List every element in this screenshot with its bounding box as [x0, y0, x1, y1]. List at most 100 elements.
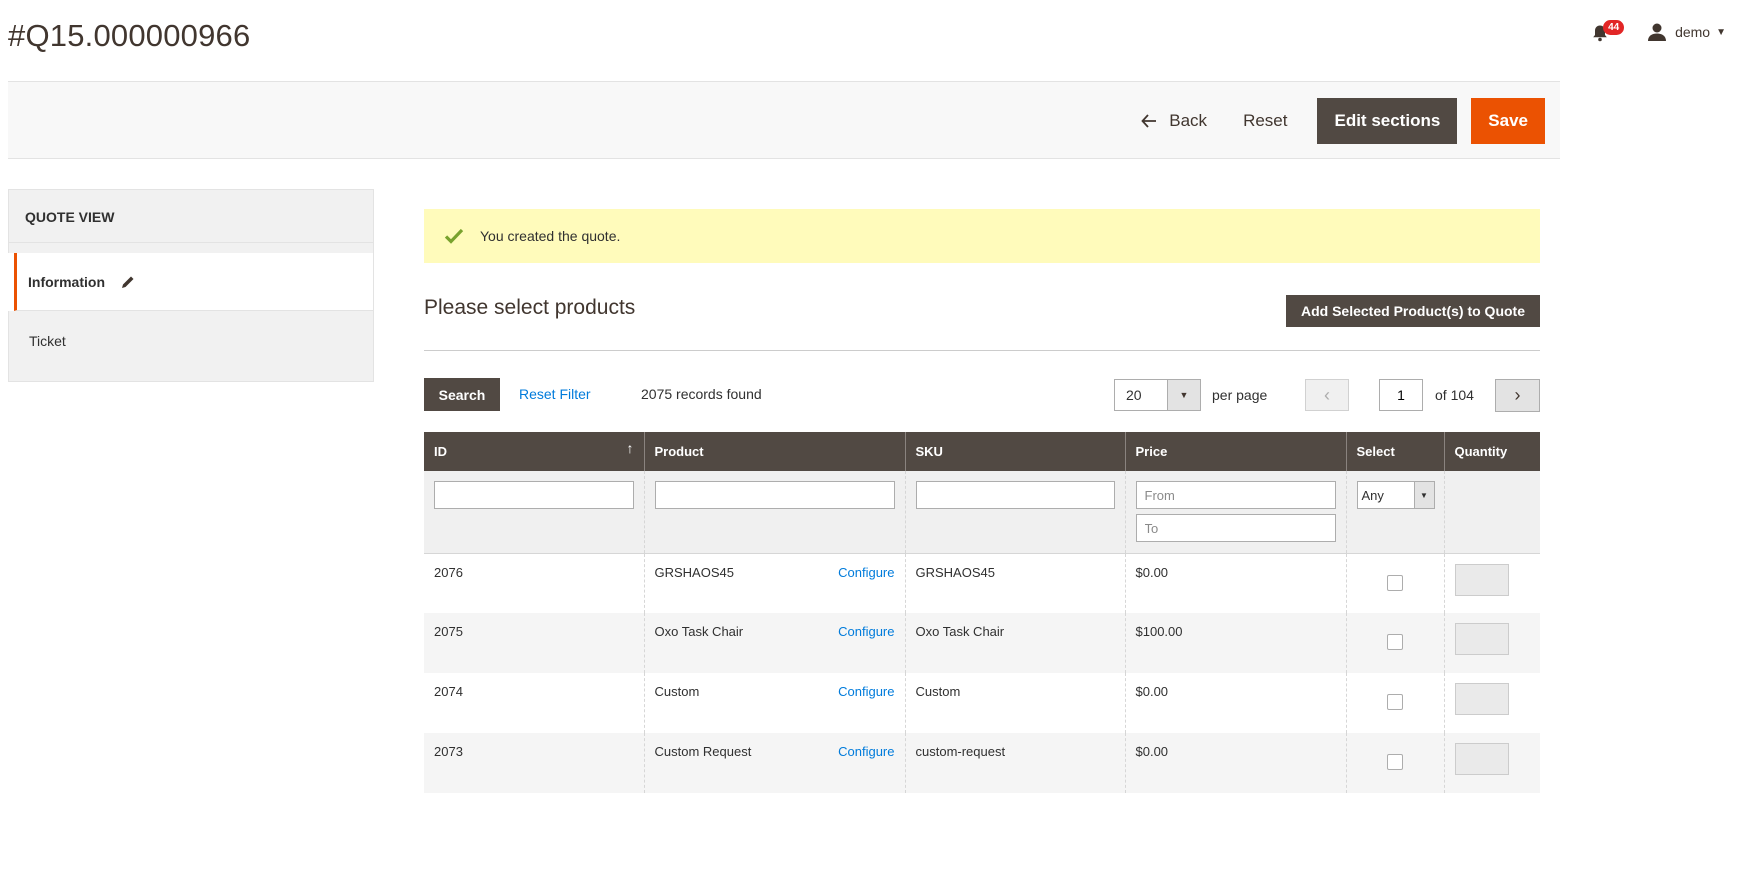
products-grid: ID ↑ Product SKU Price Select Quantity A… [424, 432, 1540, 793]
page-actions: Back Reset Edit sections Save [1123, 98, 1545, 144]
column-header-select[interactable]: Select [1345, 432, 1444, 471]
product-filter-input[interactable] [654, 481, 895, 509]
header-actions: 44 demo ▼ [1591, 20, 1726, 44]
pencil-icon [122, 276, 134, 288]
sidebar-item-label: Ticket [29, 333, 66, 349]
cell-sku: custom-request [904, 733, 1125, 793]
grid-filter-row: Any ▼ [424, 471, 1540, 554]
checkmark-icon [444, 228, 464, 244]
per-page-value: 20 [1126, 387, 1142, 403]
price-to-input[interactable] [1135, 514, 1336, 542]
per-page-select[interactable]: 20 ▼ [1114, 379, 1201, 411]
sidebar-title: QUOTE VIEW [8, 189, 374, 243]
cell-quantity [1443, 733, 1540, 793]
select-checkbox[interactable] [1387, 574, 1403, 591]
cell-sku: Custom [904, 673, 1125, 733]
cell-price: $0.00 [1124, 553, 1346, 613]
product-name: GRSHAOS45 [654, 564, 734, 580]
column-header-product[interactable]: Product [643, 432, 905, 471]
cell-select [1345, 613, 1444, 673]
table-row[interactable]: 2076 GRSHAOS45 Configure GRSHAOS45 $0.00 [424, 553, 1540, 613]
cell-product: Oxo Task Chair Configure [643, 613, 905, 673]
cell-select [1345, 733, 1444, 793]
product-name: Custom Request [654, 744, 752, 759]
sidebar-item-ticket[interactable]: Ticket [8, 311, 374, 382]
chevron-right-icon: › [1514, 385, 1521, 405]
reset-filter-link[interactable]: Reset Filter [519, 386, 591, 402]
table-row[interactable]: 2073 Custom Request Configure custom-req… [424, 733, 1540, 793]
next-page-button[interactable]: › [1495, 379, 1540, 412]
reset-button[interactable]: Reset [1225, 99, 1305, 143]
select-checkbox[interactable] [1387, 634, 1403, 650]
id-filter-input[interactable] [434, 481, 634, 509]
quantity-input[interactable] [1454, 683, 1509, 715]
page-actions-bar: Back Reset Edit sections Save [8, 81, 1560, 159]
save-button[interactable]: Save [1471, 98, 1545, 144]
chevron-left-icon: ‹ [1324, 384, 1330, 405]
page-title: #Q15.000000966 [8, 18, 251, 53]
success-message-text: You created the quote. [480, 228, 621, 244]
section-divider [424, 350, 1540, 351]
table-row[interactable]: 2074 Custom Configure Custom $0.00 [424, 673, 1540, 733]
notifications[interactable]: 44 [1591, 20, 1625, 44]
column-header-price[interactable]: Price [1124, 432, 1346, 471]
product-name: Oxo Task Chair [654, 624, 744, 639]
configure-link[interactable]: Configure [838, 744, 894, 759]
cell-id: 2076 [434, 564, 463, 580]
back-button[interactable]: Back [1123, 99, 1225, 143]
per-page-label: per page [1212, 387, 1268, 403]
cell-price: $0.00 [1124, 733, 1346, 793]
quote-view-sidebar: QUOTE VIEW Information Ticket [8, 189, 374, 382]
search-button[interactable]: Search [424, 378, 500, 411]
success-message: You created the quote. [424, 209, 1540, 263]
column-header-id[interactable]: ID ↑ [424, 432, 644, 471]
cell-quantity [1443, 613, 1540, 673]
sku-filter-input[interactable] [915, 481, 1115, 509]
product-name: Custom [654, 684, 700, 699]
quantity-input[interactable] [1454, 623, 1509, 655]
select-checkbox[interactable] [1387, 694, 1403, 710]
chevron-down-icon[interactable]: ▼ [1167, 380, 1200, 410]
cell-select [1345, 553, 1444, 613]
configure-link[interactable]: Configure [838, 624, 894, 639]
quantity-input[interactable] [1454, 743, 1509, 775]
records-found: 2075 records found [641, 386, 762, 402]
select-filter-dropdown[interactable]: Any ▼ [1356, 481, 1435, 509]
cell-product: Custom Request Configure [643, 733, 905, 793]
page-number-input[interactable] [1379, 379, 1423, 411]
user-menu[interactable]: demo ▼ [1647, 23, 1726, 41]
sort-arrow-up-icon: ↑ [626, 440, 634, 456]
price-from-input[interactable] [1135, 481, 1336, 509]
cell-id: 2075 [424, 613, 644, 673]
add-selected-products-button[interactable]: Add Selected Product(s) to Quote [1285, 295, 1540, 327]
arrow-left-icon [1141, 114, 1157, 128]
products-section-title: Please select products [424, 296, 636, 319]
edit-sections-button[interactable]: Edit sections [1317, 98, 1458, 144]
total-pages: of 104 [1435, 387, 1474, 403]
configure-link[interactable]: Configure [838, 684, 894, 699]
table-row[interactable]: 2075 Oxo Task Chair Configure Oxo Task C… [424, 613, 1540, 673]
quantity-input[interactable] [1454, 563, 1509, 596]
grid-header-row: ID ↑ Product SKU Price Select Quantity [424, 432, 1540, 471]
column-header-sku[interactable]: SKU [904, 432, 1125, 471]
select-checkbox[interactable] [1387, 754, 1403, 770]
previous-page-button[interactable]: ‹ [1305, 379, 1349, 411]
column-header-label: ID [434, 444, 447, 459]
chevron-down-icon: ▼ [1413, 482, 1434, 508]
select-filter-value: Any [1361, 488, 1384, 503]
grid-controls: Search Reset Filter 2075 records found 2… [424, 378, 1540, 412]
cell-product: Custom Configure [643, 673, 905, 733]
cell-id: 2073 [424, 733, 644, 793]
chevron-down-icon: ▼ [1716, 26, 1726, 38]
quantity-filter-cell [1443, 471, 1540, 554]
sidebar-item-information[interactable]: Information [14, 253, 374, 311]
cell-quantity [1443, 673, 1540, 733]
cell-id: 2074 [434, 684, 463, 699]
configure-link[interactable]: Configure [838, 565, 894, 580]
user-name: demo [1675, 24, 1711, 40]
cell-select [1345, 673, 1444, 733]
cell-price: $100.00 [1124, 613, 1346, 673]
sidebar-spacer [8, 243, 374, 253]
user-icon [1648, 23, 1667, 41]
back-button-label: Back [1169, 111, 1208, 130]
